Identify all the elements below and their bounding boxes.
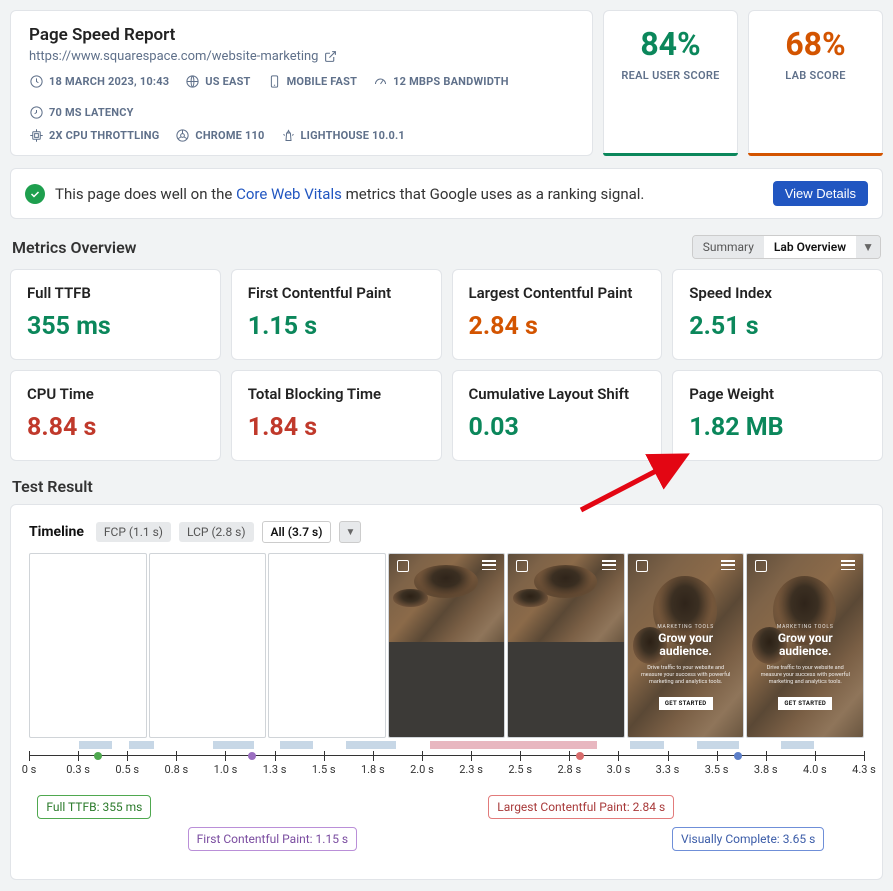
cwv-text: This page does well on the Core Web Vita…	[55, 185, 763, 203]
metric-tile[interactable]: First Contentful Paint 1.15 s	[231, 269, 442, 360]
latency-icon	[29, 105, 44, 120]
gauge-icon	[373, 74, 388, 89]
real-user-score-value: 84%	[612, 25, 729, 63]
test-result-title: Test Result	[10, 477, 883, 496]
tab-lab-overview[interactable]: Lab Overview	[764, 236, 856, 258]
metric-value: 0.03	[469, 413, 646, 442]
chrome-icon	[175, 128, 190, 143]
metric-tile[interactable]: Full TTFB 355 ms	[10, 269, 221, 360]
metric-value: 1.84 s	[248, 413, 425, 442]
metric-name: Page Weight	[689, 385, 866, 403]
filmstrip-frame: MARKETING TOOLSGrow your audience.Drive …	[627, 553, 745, 738]
lab-score-value: 68%	[757, 25, 874, 63]
timeline-title: Timeline	[29, 524, 84, 540]
metric-value: 2.51 s	[689, 312, 866, 341]
tab-summary[interactable]: Summary	[693, 236, 764, 258]
metric-tile[interactable]: Page Weight 1.82 MB	[672, 370, 883, 461]
real-user-score-label: REAL USER SCORE	[612, 69, 729, 82]
filmstrip-frame	[507, 553, 625, 738]
meta-row-2: 2X CPU THROTTLING CHROME 110 LIGHTHOUSE …	[29, 128, 574, 143]
chip-all[interactable]: All (3.7 s)	[262, 521, 332, 543]
filmstrip-frame	[149, 553, 267, 738]
metric-name: Speed Index	[689, 284, 866, 302]
chip-lcp[interactable]: LCP (2.8 s)	[179, 522, 254, 542]
meta-region: US EAST	[185, 74, 250, 89]
metric-value: 2.84 s	[469, 312, 646, 341]
clock-icon	[29, 74, 44, 89]
tab-dropdown-icon[interactable]: ▼	[856, 236, 880, 258]
meta-device: MOBILE FAST	[267, 74, 358, 89]
overview-tabs[interactable]: Summary Lab Overview ▼	[692, 235, 881, 259]
metric-value: 8.84 s	[27, 413, 204, 442]
core-web-vitals-banner: This page does well on the Core Web Vita…	[10, 168, 883, 219]
metrics-overview-title: Metrics Overview	[12, 238, 137, 257]
metric-tile[interactable]: Speed Index 2.51 s	[672, 269, 883, 360]
timeline-callouts: Full TTFB: 355 ms First Contentful Paint…	[29, 775, 864, 855]
metric-name: CPU Time	[27, 385, 204, 403]
callout-ttfb: Full TTFB: 355 ms	[37, 795, 151, 819]
cwv-link[interactable]: Core Web Vitals	[236, 185, 342, 203]
meta-date: 18 MARCH 2023, 10:43	[29, 74, 169, 89]
timeline-axis	[29, 755, 864, 775]
report-url[interactable]: https://www.squarespace.com/website-mark…	[29, 49, 574, 64]
callout-lcp: Largest Contentful Paint: 2.84 s	[488, 795, 674, 819]
meta-throttle: 2X CPU THROTTLING	[29, 128, 159, 143]
metric-name: Full TTFB	[27, 284, 204, 302]
globe-icon	[185, 74, 200, 89]
chip-dropdown-icon[interactable]: ▼	[339, 521, 361, 543]
lighthouse-icon	[281, 128, 296, 143]
metric-value: 1.15 s	[248, 312, 425, 341]
lab-score-card[interactable]: 68% LAB SCORE	[748, 10, 883, 156]
callout-fcp: First Contentful Paint: 1.15 s	[188, 827, 357, 851]
report-card: Page Speed Report https://www.squarespac…	[10, 10, 593, 156]
metric-value: 355 ms	[27, 312, 204, 341]
mobile-icon	[267, 74, 282, 89]
meta-bandwidth: 12 MBPS BANDWIDTH	[373, 74, 509, 89]
metric-name: Largest Contentful Paint	[469, 284, 646, 302]
meta-latency: 70 MS LATENCY	[29, 105, 134, 120]
metric-name: Total Blocking Time	[248, 385, 425, 403]
filmstrip-frame	[388, 553, 506, 738]
chip-fcp[interactable]: FCP (1.1 s)	[96, 522, 171, 542]
cpu-icon	[29, 128, 44, 143]
metric-tile[interactable]: CPU Time 8.84 s	[10, 370, 221, 461]
metric-tile[interactable]: Largest Contentful Paint 2.84 s	[452, 269, 663, 360]
metric-grid: Full TTFB 355 ms First Contentful Paint 1.1…	[10, 269, 883, 461]
metric-name: First Contentful Paint	[248, 284, 425, 302]
meta-row: 18 MARCH 2023, 10:43 US EAST MOBILE FAST…	[29, 74, 574, 120]
test-result-card: Timeline FCP (1.1 s) LCP (2.8 s) All (3.…	[10, 504, 883, 880]
external-link-icon	[324, 50, 337, 63]
meta-browser: CHROME 110	[175, 128, 264, 143]
meta-lighthouse: LIGHTHOUSE 10.0.1	[281, 128, 405, 143]
resource-band	[29, 741, 864, 749]
real-user-score-card[interactable]: 84% REAL USER SCORE	[603, 10, 738, 156]
filmstrip: MARKETING TOOLSGrow your audience.Drive …	[29, 553, 864, 738]
callout-vc: Visually Complete: 3.65 s	[672, 827, 824, 851]
metric-tile[interactable]: Cumulative Layout Shift 0.03	[452, 370, 663, 461]
metric-value: 1.82 MB	[689, 413, 866, 442]
filmstrip-frame	[29, 553, 147, 738]
url-text: https://www.squarespace.com/website-mark…	[29, 49, 318, 64]
lab-score-label: LAB SCORE	[757, 69, 874, 82]
filmstrip-frame	[268, 553, 386, 738]
check-icon	[25, 184, 45, 204]
metric-tile[interactable]: Total Blocking Time 1.84 s	[231, 370, 442, 461]
filmstrip-frame: MARKETING TOOLSGrow your audience.Drive …	[746, 553, 864, 738]
view-details-button[interactable]: View Details	[773, 181, 868, 206]
metric-name: Cumulative Layout Shift	[469, 385, 646, 403]
report-title: Page Speed Report	[29, 25, 574, 45]
